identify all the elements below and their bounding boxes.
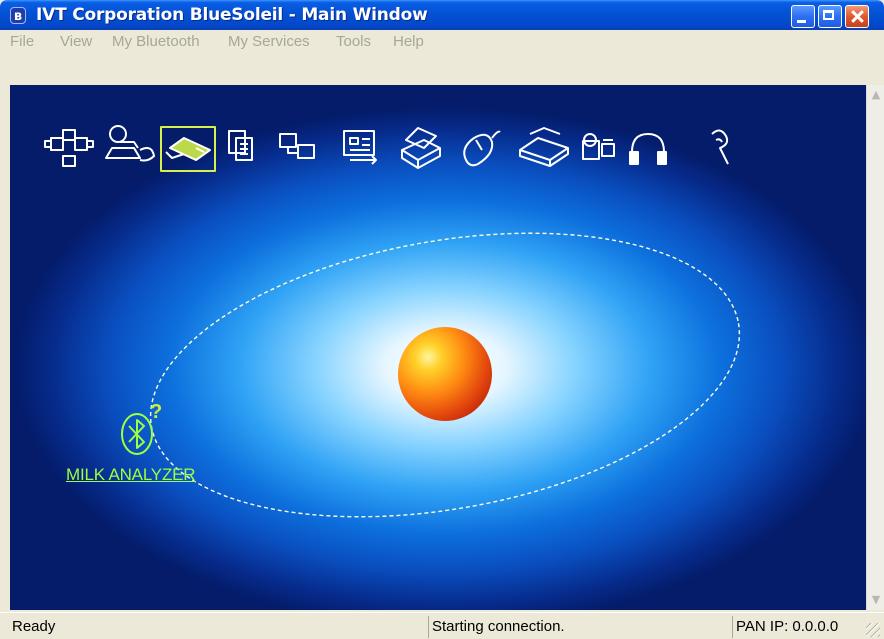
earpiece-icon[interactable] — [711, 129, 729, 165]
remote-device-bluetooth-icon[interactable] — [121, 413, 153, 455]
status-ready-text: Ready — [12, 618, 56, 635]
dialup-networking-icon[interactable] — [105, 125, 155, 162]
status-bar: Ready Starting connection. PAN IP: 0.0.0… — [0, 612, 884, 639]
fax-icon[interactable] — [519, 127, 569, 167]
network-access-icon[interactable] — [44, 129, 94, 167]
status-connection-text: Starting connection. — [428, 616, 731, 638]
local-device-sun-icon[interactable] — [398, 327, 492, 421]
headset-icon[interactable] — [629, 133, 667, 165]
camera-icon[interactable] — [582, 133, 615, 160]
status-pan-ip-text: PAN IP: 0.0.0.0 — [732, 616, 858, 638]
mouse-icon[interactable] — [463, 130, 501, 167]
personal-area-network-icon[interactable] — [279, 133, 315, 159]
serial-port-icon[interactable] — [160, 126, 216, 172]
scene-graphics: ? — [44, 125, 741, 518]
bluesoleil-main-window: ʙ IVT Corporation BlueSoleil - Main Wind… — [0, 0, 884, 639]
printer-icon[interactable] — [401, 127, 441, 169]
resize-grip-icon[interactable] — [866, 623, 880, 637]
device-name-link[interactable]: MILK ANALYZER — [66, 465, 196, 485]
information-exchange-icon[interactable] — [343, 130, 377, 165]
file-transfer-icon[interactable] — [228, 130, 253, 161]
device-status-question-icon: ? — [150, 401, 162, 423]
